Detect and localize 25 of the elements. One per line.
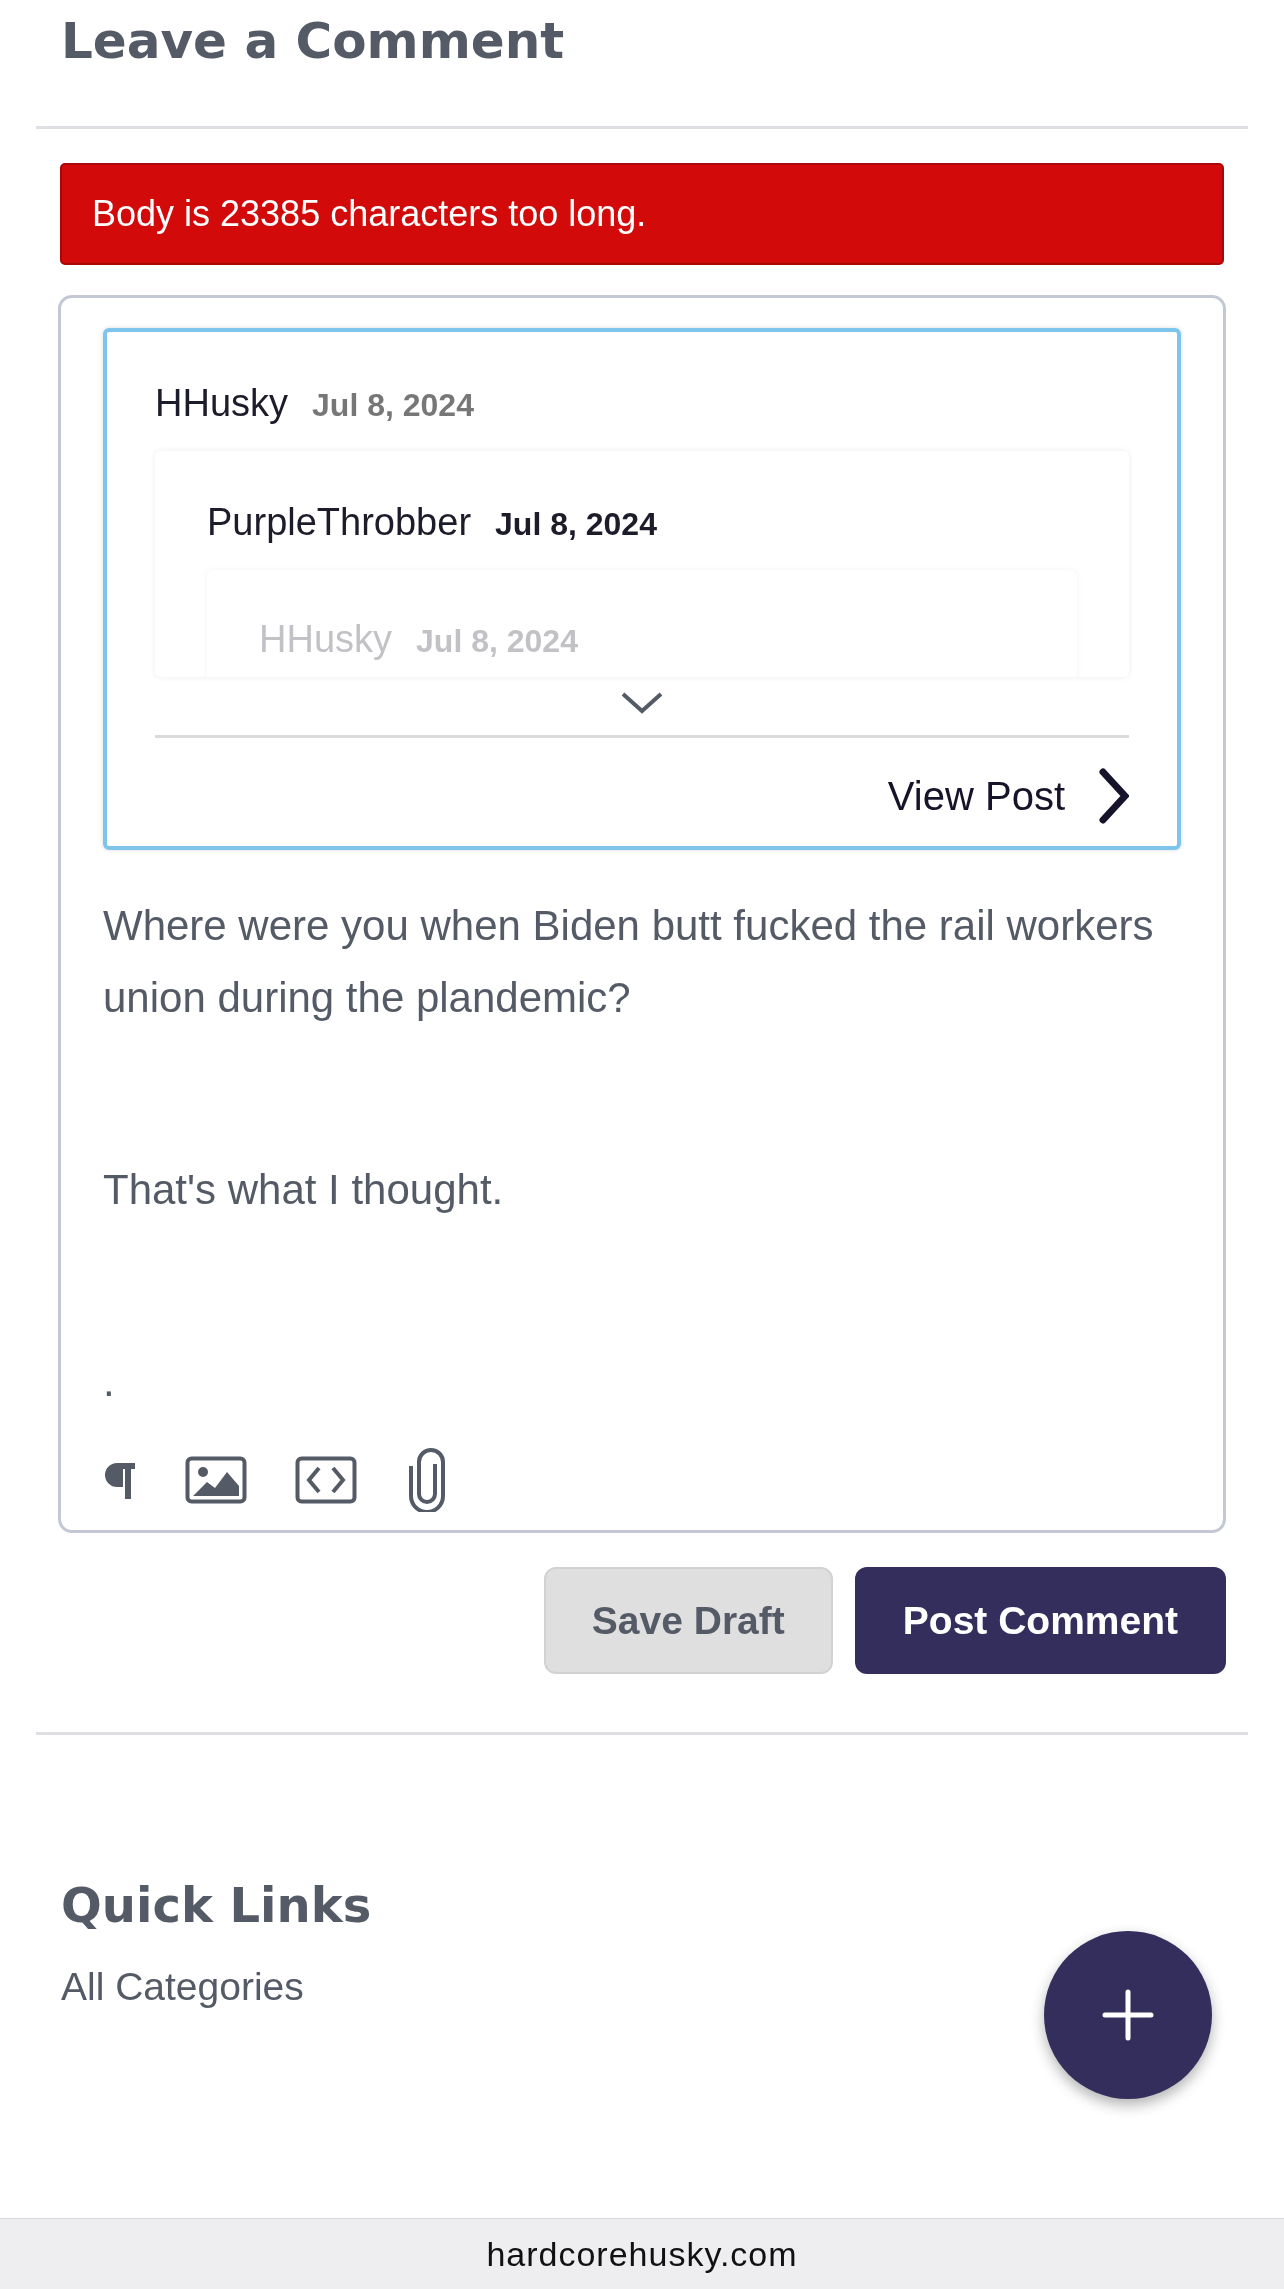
image-icon[interactable] bbox=[185, 1456, 247, 1504]
section-heading: Leave a Comment bbox=[61, 11, 566, 72]
quick-link[interactable]: All Categories bbox=[61, 1965, 304, 2009]
quote-date: Jul 8, 2024 bbox=[495, 506, 657, 543]
comment-paragraph: . bbox=[103, 1357, 116, 1407]
view-post-link[interactable]: View Post bbox=[887, 773, 1065, 819]
save-draft-button[interactable]: Save Draft bbox=[543, 1567, 833, 1674]
quote-author: HHusky bbox=[259, 618, 393, 661]
error-banner: Body is 23385 characters too long. bbox=[60, 163, 1224, 265]
code-icon[interactable] bbox=[295, 1456, 357, 1504]
chevron-down-icon[interactable] bbox=[620, 691, 664, 715]
address-bar[interactable]: hardcorehusky.com bbox=[0, 2218, 1284, 2289]
post-button[interactable]: Post Comment bbox=[854, 1567, 1226, 1674]
quote-date: Jul 8, 2024 bbox=[312, 387, 474, 424]
quote-author: HHusky bbox=[155, 382, 289, 425]
comment-editor[interactable]: HHusky Jul 8, 2024 PurpleThrobber Jul 8, 2024 HHusky Jul 8, 2024 View Post Where were you when Biden butt fucked the rail workers union during the plandemic? That's what I thought. . bbox=[58, 295, 1226, 1533]
section-heading: Quick Links bbox=[61, 1876, 373, 1935]
chevron-right-icon[interactable] bbox=[1099, 768, 1129, 824]
plus-icon bbox=[1102, 1989, 1154, 2041]
quote-author: PurpleThrobber bbox=[207, 501, 472, 544]
add-button[interactable] bbox=[1044, 1931, 1212, 2099]
comment-paragraph: That's what I thought. bbox=[103, 1165, 505, 1215]
comment-paragraph: Where were you when Biden butt fucked the rail workers union during the plandemic? bbox=[103, 901, 1155, 1023]
url-text: hardcorehusky.com bbox=[486, 2234, 798, 2274]
quote-date: Jul 8, 2024 bbox=[416, 623, 578, 660]
